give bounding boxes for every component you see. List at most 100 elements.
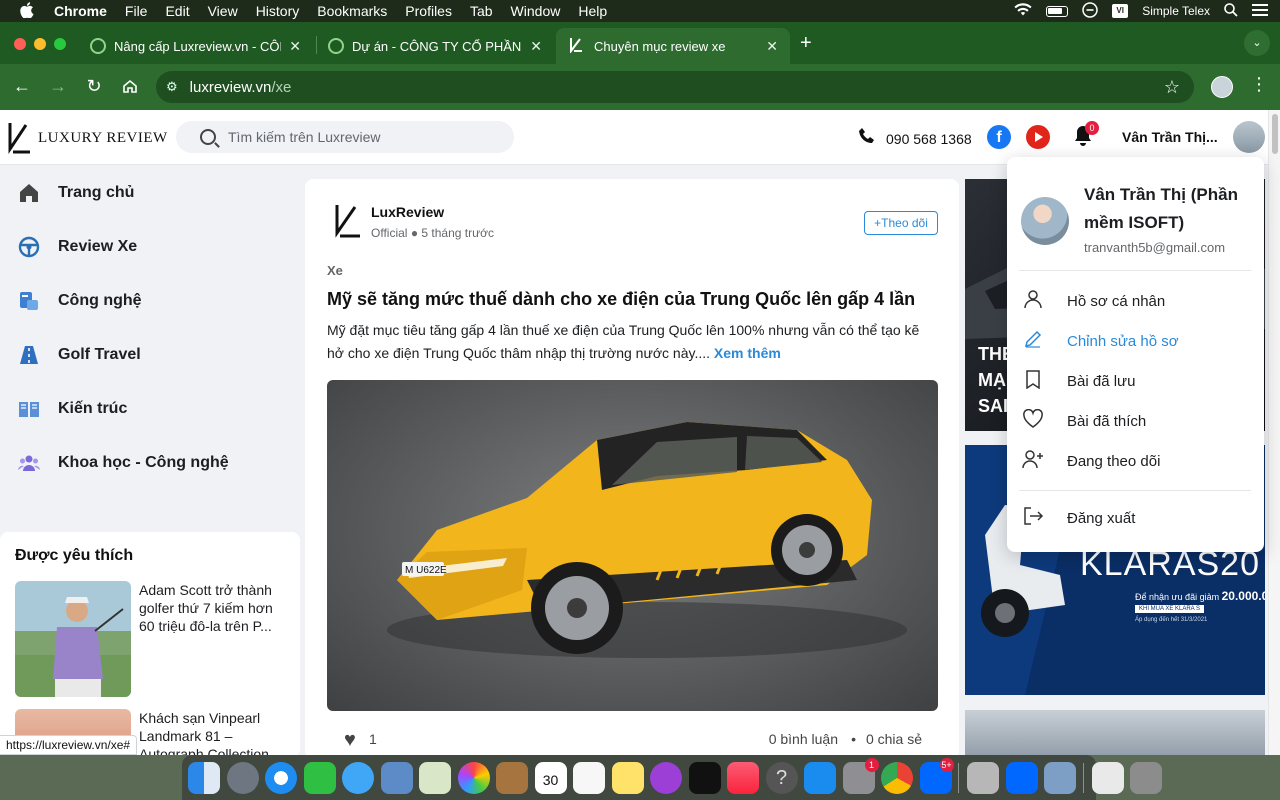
follow-button[interactable]: +Theo dõi — [864, 211, 938, 235]
close-window-button[interactable] — [14, 38, 26, 50]
calculator-icon[interactable] — [967, 761, 999, 794]
youtube-icon[interactable] — [1026, 125, 1050, 149]
luxury-review-logo[interactable]: LUXURY REVIEW — [4, 122, 168, 154]
notes-brown-icon[interactable] — [496, 761, 528, 794]
menu-item-edit-profile[interactable]: Chỉnh sửa hồ sơ — [1019, 326, 1251, 356]
trash-icon[interactable] — [1130, 761, 1162, 794]
address-bar[interactable]: ⚙ luxreview.vn/xe ☆ — [156, 71, 1194, 103]
menu-item-following[interactable]: Đang theo dõi — [1019, 446, 1251, 476]
document-icon[interactable] — [1091, 761, 1124, 794]
facetime-icon[interactable] — [303, 761, 336, 794]
sidebar-item-kien-truc[interactable]: Kiến trúc — [0, 382, 300, 436]
tab-chuyen-muc[interactable]: Chuyên mục review xe ✕ — [556, 28, 790, 64]
system-settings-icon[interactable]: 1 — [842, 757, 879, 794]
minimize-window-button[interactable] — [34, 38, 46, 50]
back-arrow-icon[interactable]: ← — [10, 74, 34, 98]
preview-icon[interactable] — [380, 761, 413, 794]
header-avatar[interactable] — [1233, 121, 1265, 153]
screenshot-icon[interactable] — [1044, 761, 1076, 794]
site-search-input[interactable]: Tìm kiếm trên Luxreview — [176, 121, 514, 153]
safari-icon[interactable] — [265, 761, 297, 794]
photos-icon[interactable] — [457, 761, 490, 794]
menu-window[interactable]: Window — [511, 3, 561, 19]
comment-count[interactable]: 0 bình luận — [769, 731, 838, 747]
favorite-thumbnail[interactable] — [15, 581, 131, 697]
favorite-title[interactable]: Adam Scott trở thành golfer thứ 7 kiếm h… — [139, 581, 289, 697]
tab-du-an[interactable]: Dự án - CÔNG TY CỔ PHẦN P ✕ — [316, 28, 554, 64]
chrome-icon[interactable] — [881, 761, 913, 794]
menu-profiles[interactable]: Profiles — [405, 3, 452, 19]
share-count[interactable]: 0 chia sẻ — [866, 731, 922, 747]
notes-icon[interactable] — [611, 761, 644, 794]
sidebar-item-khoa-hoc[interactable]: Khoa học - Công nghệ — [0, 436, 300, 490]
menu-help[interactable]: Help — [578, 3, 607, 19]
close-tab-icon[interactable]: ✕ — [766, 38, 778, 55]
calendar-icon[interactable]: 30 — [534, 761, 567, 794]
focus-icon[interactable] — [1082, 1, 1098, 21]
input-method-icon[interactable]: VI — [1112, 4, 1129, 18]
like-heart-icon[interactable]: ♥ — [344, 729, 356, 752]
tab-nang-cap[interactable]: Nâng cấp Luxreview.vn - CÔN ✕ — [78, 28, 313, 64]
profile-avatar[interactable] — [1211, 76, 1233, 98]
home-button-icon[interactable] — [118, 74, 142, 98]
page-scrollbar[interactable] — [1268, 110, 1280, 755]
post-title[interactable]: Mỹ sẽ tăng mức thuế dành cho xe điện của… — [327, 289, 915, 310]
menu-view[interactable]: View — [208, 3, 238, 19]
wifi-icon[interactable] — [1014, 3, 1032, 19]
finder-icon[interactable] — [188, 761, 220, 794]
zoom-window-button[interactable] — [54, 38, 66, 50]
reminders-icon[interactable] — [573, 761, 605, 794]
help-icon[interactable]: ? — [765, 761, 798, 794]
sidebar-item-golf-travel[interactable]: Golf Travel — [0, 328, 300, 382]
apple-tv-icon[interactable] — [688, 761, 721, 794]
scrollbar-thumb[interactable] — [1272, 114, 1278, 154]
new-tab-button[interactable]: + — [800, 32, 812, 55]
menu-app-name[interactable]: Chrome — [54, 3, 107, 19]
menu-item-liked-posts[interactable]: Bài đã thích — [1019, 406, 1251, 436]
menu-history[interactable]: History — [256, 3, 300, 19]
control-center-icon[interactable] — [1252, 3, 1268, 20]
menu-item-logout[interactable]: Đăng xuất — [1019, 503, 1251, 533]
menu-item-profile[interactable]: Hồ sơ cá nhân — [1019, 286, 1251, 316]
menu-tab[interactable]: Tab — [470, 3, 493, 19]
ad-banner-3[interactable] — [965, 710, 1265, 760]
apple-menu-icon[interactable] — [20, 1, 38, 21]
author-logo-icon[interactable] — [329, 203, 365, 239]
favorite-item[interactable]: Adam Scott trở thành golfer thứ 7 kiếm h… — [15, 581, 300, 697]
header-user-name[interactable]: Vân Trần Thị... — [1122, 129, 1218, 145]
menu-edit[interactable]: Edit — [165, 3, 189, 19]
battery-icon[interactable] — [1046, 5, 1069, 17]
sidebar-item-trang-chu[interactable]: Trang chủ — [0, 166, 300, 220]
app-store-icon[interactable] — [804, 761, 836, 794]
reload-icon[interactable]: ↻ — [82, 74, 106, 98]
post-author[interactable]: LuxReview — [371, 204, 444, 220]
facebook-icon[interactable]: f — [987, 125, 1011, 149]
menu-file[interactable]: File — [125, 3, 148, 19]
post-image[interactable]: M U622E — [327, 380, 938, 711]
zalo-icon[interactable]: 5+ — [919, 757, 954, 794]
menu-bookmarks[interactable]: Bookmarks — [317, 3, 387, 19]
input-method-label[interactable]: Simple Telex — [1142, 4, 1210, 18]
read-more-link[interactable]: Xem thêm — [714, 345, 781, 361]
kebab-menu-icon[interactable]: ⋮ — [1250, 74, 1268, 95]
launchpad-icon[interactable] — [226, 761, 259, 794]
messages-icon[interactable] — [342, 761, 374, 794]
zalo-window-icon[interactable] — [1005, 761, 1038, 794]
maps-icon[interactable] — [419, 761, 451, 794]
close-tab-icon[interactable]: ✕ — [289, 38, 301, 55]
post-category[interactable]: Xe — [327, 263, 343, 278]
bookmark-star-icon[interactable]: ☆ — [1164, 77, 1180, 98]
music-icon[interactable] — [727, 761, 759, 794]
sidebar-item-cong-nghe[interactable]: Công nghệ — [0, 274, 300, 328]
dropdown-avatar[interactable] — [1021, 197, 1069, 245]
hotline[interactable]: 090 568 1368 — [858, 127, 972, 150]
tab-search-chevron-icon[interactable]: ⌄ — [1244, 30, 1270, 56]
site-info-icon[interactable]: ⚙ — [166, 79, 178, 95]
spotlight-search-icon[interactable] — [1224, 2, 1238, 20]
podcasts-icon[interactable] — [650, 761, 682, 794]
menu-item-saved-posts[interactable]: Bài đã lưu — [1019, 366, 1251, 396]
forward-arrow-icon[interactable]: → — [46, 74, 70, 98]
close-tab-icon[interactable]: ✕ — [530, 38, 542, 55]
notification-bell-icon[interactable]: 0 — [1073, 121, 1099, 149]
sidebar-item-review-xe[interactable]: Review Xe — [0, 220, 300, 274]
